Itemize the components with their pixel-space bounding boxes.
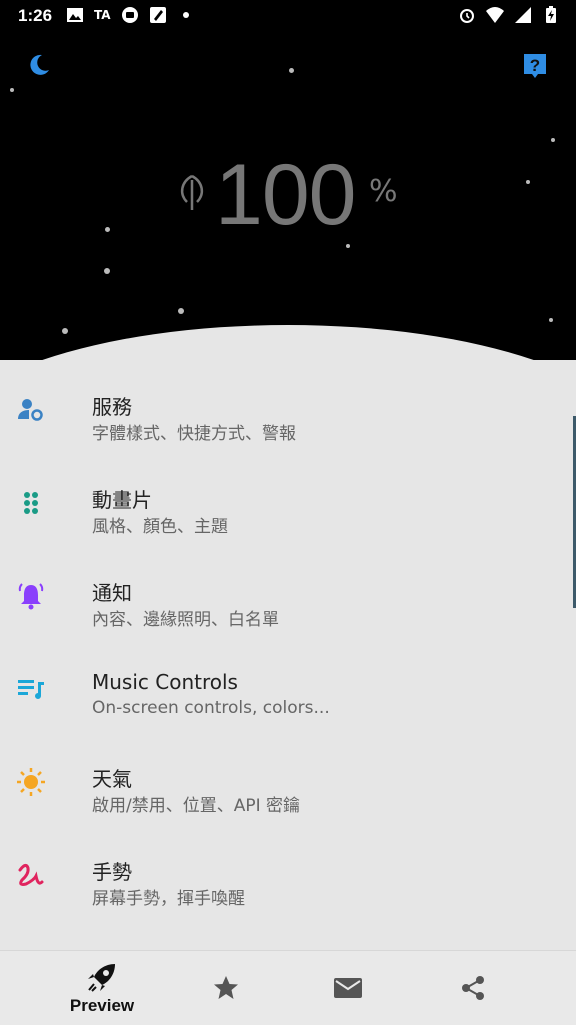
hero-curve [0,325,576,360]
list-item-notifications[interactable]: 通知 內容、邊緣照明、白名單 [0,551,576,644]
star-dot [62,328,68,334]
star-dot [289,68,294,73]
svg-text:?: ? [530,56,540,75]
list-item-animation[interactable]: 動畫片 風格、顏色、主題 [0,458,576,551]
share-button[interactable] [443,951,503,1025]
list-item-subtitle: 風格、顏色、主題 [92,517,228,537]
list-item-title: 服務 [92,395,132,419]
preview-button[interactable]: Preview [60,951,144,1025]
settings-list: 服務 字體樣式、快捷方式、警報 動畫片 風格、顏色、主題 通知 內容、邊緣照明、… [0,365,576,923]
star-icon [214,976,238,999]
bottom-nav: Preview [0,950,576,1025]
star-dot [10,88,14,92]
list-item-subtitle: 內容、邊緣照明、白名單 [92,610,279,630]
preview-label: Preview [69,996,135,1015]
sun-icon [17,768,45,796]
list-item-weather[interactable]: 天氣 啟用/禁用、位置、API 密鑰 [0,737,576,830]
battery-level-display: 100 % [175,147,435,243]
signal-icon [515,7,531,23]
list-item-title: 動畫片 [92,488,152,512]
list-item-services[interactable]: 服務 字體樣式、快捷方式、警報 [0,365,576,458]
list-item-title: 通知 [92,581,132,605]
list-item-title: Music Controls [92,670,238,694]
list-item-gestures[interactable]: 手勢 屏幕手勢，揮手喚醒 [0,830,576,923]
star-dot [551,138,555,142]
star-dot [105,227,110,232]
leaf-icon [180,174,204,210]
gesture-icon [18,863,44,886]
bell-ring-icon [18,583,44,610]
battery-percent-value: 100 [215,147,356,243]
image-icon [67,8,83,22]
dot-icon [182,12,189,18]
alarm-icon [460,9,474,23]
rocket-icon [88,964,115,992]
list-item-music-controls[interactable]: Music Controls On-screen controls, color… [0,644,576,737]
person-gear-icon [18,399,43,421]
music-list-icon [18,680,44,699]
list-item-subtitle: 屏幕手勢，揮手喚醒 [92,889,245,909]
edit-icon [149,7,166,23]
list-item-title: 天氣 [92,767,132,791]
wifi-icon [486,7,504,23]
status-time: 1:26 [18,6,53,25]
dots-grid-icon [24,492,38,514]
list-item-subtitle: On-screen controls, colors... [92,698,330,718]
battery-charging-icon [546,6,556,23]
list-item-subtitle: 字體樣式、快捷方式、警報 [92,424,296,444]
mail-icon [334,978,362,998]
hero-panel: ? 100 % [0,0,576,360]
share-icon [462,976,484,1000]
star-dot [549,318,553,322]
star-dot [178,308,184,314]
list-item-title: 手勢 [92,860,132,884]
favorites-button[interactable] [196,951,256,1025]
ta-icon: TA [94,8,111,22]
star-dot [526,180,530,184]
star-dot [104,268,110,274]
status-bar: 1:26 TA [0,0,576,32]
lock-circle-icon [121,7,138,23]
battery-percent-unit: % [369,174,398,209]
moon-icon[interactable] [26,52,52,78]
mail-button[interactable] [318,951,378,1025]
help-icon[interactable]: ? [522,52,548,80]
list-item-subtitle: 啟用/禁用、位置、API 密鑰 [92,796,301,816]
